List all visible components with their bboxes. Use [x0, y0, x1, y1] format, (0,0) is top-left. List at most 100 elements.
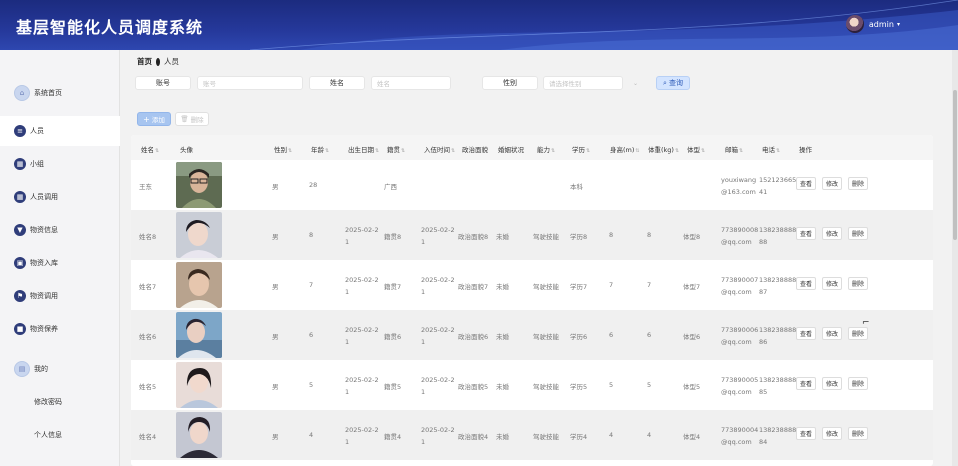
mouse-cursor-icon: ⌐ [862, 318, 870, 328]
column-header-political: 政治面貌 [462, 146, 488, 154]
breadcrumb-home[interactable]: 首页 [137, 56, 152, 67]
cell-weight: 5 [647, 381, 652, 389]
column-header-enlist-date[interactable]: 入伍时间⇅ [424, 144, 455, 154]
breadcrumb-separator-icon [156, 57, 160, 66]
cell-origin: 广西 [384, 183, 397, 191]
person-photo [176, 362, 222, 408]
cell-political: 政治面貌7 [458, 283, 489, 291]
scrollbar-thumb[interactable] [953, 90, 957, 240]
sidebar-item-label: 小组 [30, 160, 44, 168]
delete-row-button[interactable]: 删除 [848, 427, 869, 440]
user-menu[interactable]: admin ▾ [845, 15, 900, 33]
cell-origin: 籍贯6 [384, 333, 402, 341]
view-button[interactable]: 查看 [796, 227, 817, 240]
column-header-photo: 头像 [180, 146, 193, 154]
cell-education: 学历8 [570, 233, 588, 241]
delete-row-button[interactable]: 删除 [848, 227, 869, 240]
cell-political: 政治面貌5 [458, 383, 489, 391]
page-scrollbar[interactable] [952, 50, 958, 466]
account-label: 账号 [135, 76, 191, 90]
person-photo [176, 212, 222, 258]
delete-button[interactable]: 🗑 删除 [175, 112, 209, 126]
cell-body-type: 体型8 [683, 233, 701, 241]
column-header-gender[interactable]: 性别⇅ [274, 144, 292, 154]
edit-button[interactable]: 修改 [822, 177, 843, 190]
sidebar-subitem-profile[interactable]: 个人信息 [34, 430, 62, 440]
sidebar: ⌂ 系统首页 ≡ 人员 ▦ 小组 ▦ 人员调用 ▼ 物资信息 ▣ 物资入库 ⚑ … [0, 50, 120, 466]
cell-education: 本科 [570, 183, 583, 191]
cell-email: 773890004 @qq.com [721, 426, 759, 446]
column-header-body-type[interactable]: 体型⇅ [687, 144, 705, 154]
sidebar-item-label: 物资信息 [30, 226, 58, 234]
breadcrumb-current: 人员 [164, 57, 179, 66]
column-header-birth-date[interactable]: 出生日期⇅ [348, 144, 379, 154]
top-header: 基层智能化人员调度系统 admin ▾ [0, 0, 958, 50]
column-header-education[interactable]: 学历⇅ [572, 144, 590, 154]
column-header-phone[interactable]: 电话⇅ [762, 144, 780, 154]
name-input[interactable]: 姓名 [371, 76, 451, 90]
chevron-down-icon: ⌄ [632, 79, 638, 87]
main-content: 首页 人员 账号 账号 姓名 姓名 性别 请选择性别 ⌄ ⌕ 查询 + 添加 🗑… [121, 50, 958, 466]
sidebar-item-label: 物资入库 [30, 259, 58, 267]
search-button[interactable]: ⌕ 查询 [656, 76, 690, 90]
column-header-weight[interactable]: 体重(kg)⇅ [648, 144, 679, 154]
sidebar-item-label: 人员调用 [30, 193, 58, 201]
sidebar-item-home[interactable]: ⌂ 系统首页 [0, 78, 120, 108]
gender-label: 性别 [482, 76, 538, 90]
person-photo [176, 262, 222, 308]
edit-button[interactable]: 修改 [822, 227, 843, 240]
delete-button-label: 删除 [190, 116, 204, 124]
cell-name: 姓名8 [139, 233, 157, 241]
view-button[interactable]: 查看 [796, 377, 817, 390]
delete-row-button[interactable]: 删除 [848, 177, 869, 190]
menu-icon: ≡ [14, 125, 26, 137]
cell-political: 政治面貌6 [458, 333, 489, 341]
sidebar-item-supplies-maintenance[interactable]: ■ 物资保养 [0, 314, 120, 344]
cell-phone: 152123665 41 [759, 176, 797, 196]
column-header-name[interactable]: 姓名⇅ [141, 144, 159, 154]
sidebar-subitem-change-password[interactable]: 修改密码 [34, 397, 62, 407]
edit-button[interactable]: 修改 [822, 327, 843, 340]
sidebar-item-personnel[interactable]: ≡ 人员 [0, 116, 120, 146]
account-input[interactable]: 账号 [197, 76, 303, 90]
person-photo [176, 162, 222, 208]
column-header-email[interactable]: 邮箱⇅ [725, 144, 743, 154]
cell-marital: 未婚 [496, 233, 509, 241]
view-button[interactable]: 查看 [796, 177, 817, 190]
plus-icon: + [143, 114, 150, 124]
gender-select[interactable]: 请选择性别 ⌄ [543, 76, 638, 90]
person-photo [176, 312, 222, 358]
column-header-height[interactable]: 身高(m)⇅ [610, 144, 640, 154]
column-header-ability[interactable]: 能力⇅ [537, 144, 555, 154]
add-button[interactable]: + 添加 [137, 112, 171, 126]
sidebar-item-supplies-dispatch[interactable]: ⚑ 物资调用 [0, 281, 120, 311]
view-button[interactable]: 查看 [796, 327, 817, 340]
cell-ability: 驾驶技能 [533, 233, 559, 241]
sidebar-item-mine[interactable]: ▤ 我的 [0, 354, 120, 384]
cell-ability: 驾驶技能 [533, 333, 559, 341]
sidebar-item-label: 人员 [30, 127, 44, 135]
cell-ability: 驾驶技能 [533, 383, 559, 391]
delete-row-button[interactable]: 删除 [848, 377, 869, 390]
box-icon: ▣ [14, 257, 26, 269]
cell-height: 7 [609, 281, 614, 289]
grid-icon: ▦ [14, 158, 26, 170]
column-header-age[interactable]: 年龄⇅ [311, 144, 329, 154]
person-photo [176, 412, 222, 458]
cell-body-type: 体型6 [683, 333, 701, 341]
column-header-origin[interactable]: 籍贯⇅ [387, 144, 405, 154]
sidebar-item-personnel-dispatch[interactable]: ▦ 人员调用 [0, 182, 120, 212]
sidebar-item-group[interactable]: ▦ 小组 [0, 149, 120, 179]
edit-button[interactable]: 修改 [822, 377, 843, 390]
delete-row-button[interactable]: 删除 [848, 327, 869, 340]
edit-button[interactable]: 修改 [822, 427, 843, 440]
sidebar-item-supplies-stock-in[interactable]: ▣ 物资入库 [0, 248, 120, 278]
edit-button[interactable]: 修改 [822, 277, 843, 290]
cell-weight: 7 [647, 281, 652, 289]
cell-political: 政治面貌8 [458, 233, 489, 241]
cell-birth-date: 2025-02-2 1 [345, 376, 379, 396]
view-button[interactable]: 查看 [796, 427, 817, 440]
delete-row-button[interactable]: 删除 [848, 277, 869, 290]
view-button[interactable]: 查看 [796, 277, 817, 290]
sidebar-item-supplies-info[interactable]: ▼ 物资信息 [0, 215, 120, 245]
